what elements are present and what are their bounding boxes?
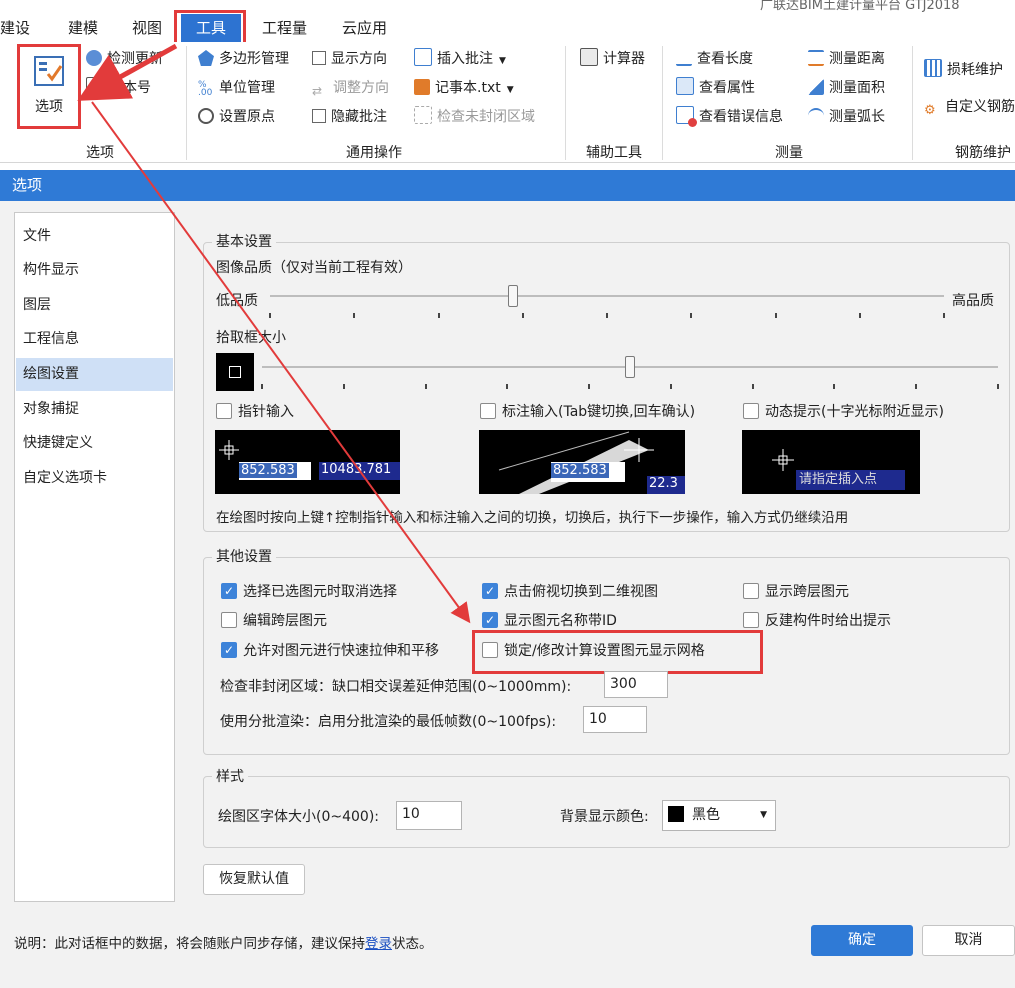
arrow-to-lock-grid: [91, 101, 471, 624]
arrow-to-options: [77, 43, 178, 101]
annotation-arrows: [77, 43, 471, 624]
